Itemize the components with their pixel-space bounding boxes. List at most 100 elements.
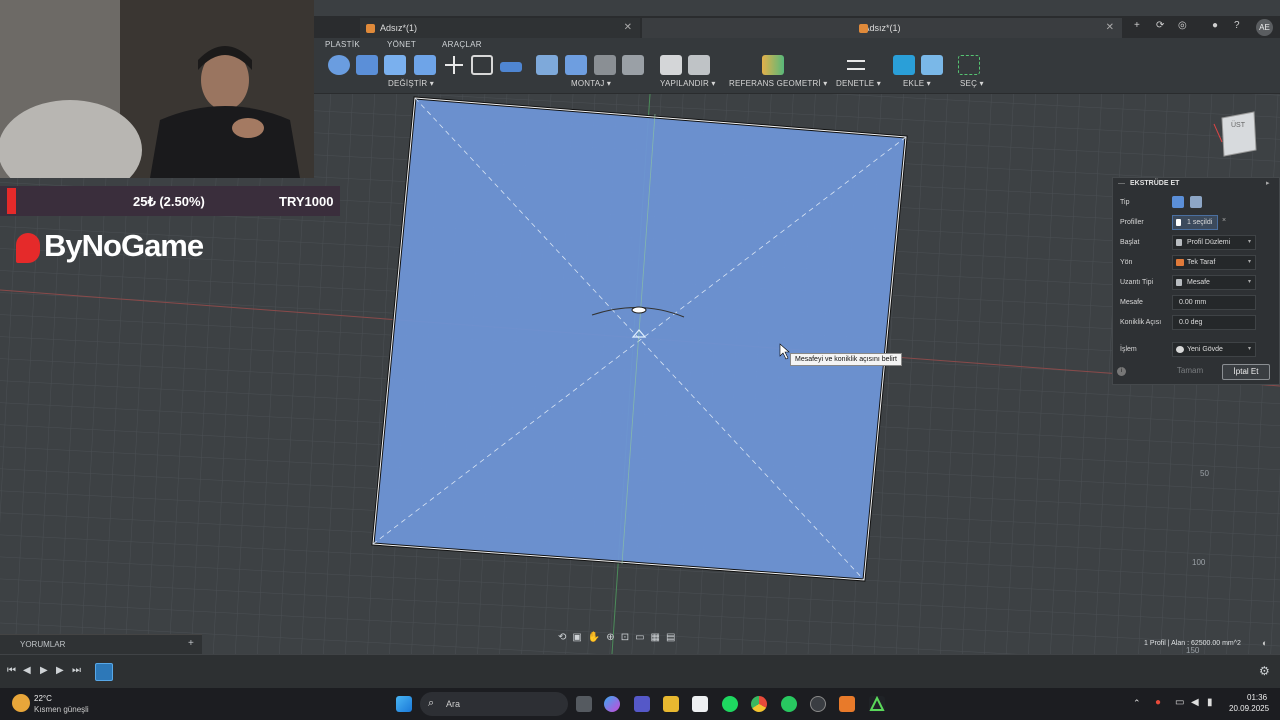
go-to-end-icon[interactable]: ⏭ xyxy=(72,665,81,676)
tray-chevron-icon[interactable]: ⌃ xyxy=(1133,698,1141,709)
spotify-icon[interactable] xyxy=(722,696,738,712)
panel-options-icon[interactable]: ▸ xyxy=(1266,179,1270,187)
display-icon[interactable]: ▭ xyxy=(1175,697,1184,708)
status-menu-icon[interactable]: ◐ xyxy=(1262,638,1267,648)
group-denetle[interactable]: DENETLE ▾ xyxy=(836,79,881,88)
as-built-joint-icon[interactable] xyxy=(594,55,616,75)
weather-icon[interactable] xyxy=(12,694,30,712)
tab-document-1[interactable]: Adsız*(1) ✕ xyxy=(360,18,640,38)
group-referans-geometri[interactable]: REFERANS GEOMETRİ ▾ xyxy=(729,79,828,88)
viewports-icon[interactable]: ▤ xyxy=(666,632,681,643)
type-surface-icon[interactable] xyxy=(1190,196,1202,208)
insert-derive-icon[interactable] xyxy=(893,55,915,75)
step-back-icon[interactable]: ◀ xyxy=(23,665,31,676)
new-component-icon[interactable] xyxy=(536,55,558,75)
tab-araclar[interactable]: ARAÇLAR xyxy=(442,40,482,49)
status-text: 1 Profil | Alan : 62500.00 mm^2 xyxy=(1144,640,1241,647)
volume-icon[interactable]: ◀ xyxy=(1191,697,1199,708)
tab-yonet[interactable]: YÖNET xyxy=(387,40,416,49)
move-icon[interactable] xyxy=(443,55,465,75)
press-pull-icon[interactable] xyxy=(328,55,350,75)
teams-icon[interactable] xyxy=(634,696,650,712)
grid-settings-icon[interactable]: ▦ xyxy=(651,632,666,643)
obs-icon[interactable] xyxy=(810,696,826,712)
extent-type-select[interactable]: Mesafe ▾ xyxy=(1172,275,1256,290)
operation-select[interactable]: Yeni Gövde ▾ xyxy=(1172,342,1256,357)
profile-plane-icon xyxy=(1176,239,1182,246)
tab-label: Adsız*(1) xyxy=(863,23,901,33)
microphone-icon[interactable]: ● xyxy=(1155,697,1161,708)
group-ekle[interactable]: EKLE ▾ xyxy=(903,79,931,88)
step-forward-icon[interactable]: ▶ xyxy=(56,665,64,676)
nvidia-icon[interactable] xyxy=(869,695,885,712)
group-montaj[interactable]: MONTAJ ▾ xyxy=(571,79,611,88)
task-view-icon[interactable] xyxy=(576,696,592,712)
select-icon[interactable] xyxy=(958,55,980,75)
start-select[interactable]: Profil Düzlemi ▾ xyxy=(1172,235,1256,250)
shell-icon[interactable] xyxy=(384,55,406,75)
info-icon[interactable]: i xyxy=(1117,367,1126,376)
zoom-icon[interactable]: ⊕ xyxy=(606,632,620,643)
fusion-360-icon[interactable] xyxy=(839,696,855,712)
notification-icon[interactable]: ● xyxy=(1212,20,1218,31)
windows-start-icon[interactable] xyxy=(396,696,412,712)
split-icon[interactable] xyxy=(500,62,522,72)
timeline-settings-icon[interactable]: ⚙ xyxy=(1259,664,1270,678)
close-icon[interactable]: ✕ xyxy=(624,18,632,38)
fit-icon[interactable]: ⊡ xyxy=(621,632,635,643)
cancel-button[interactable]: İptal Et xyxy=(1222,364,1270,380)
sketch-profile[interactable] xyxy=(371,96,908,582)
joint-origin-icon[interactable] xyxy=(622,55,644,75)
measure-icon[interactable] xyxy=(845,55,867,75)
taper-angle-input[interactable]: 0.0 deg xyxy=(1172,315,1256,330)
search-box[interactable]: ⌕ Ara xyxy=(420,692,568,716)
sketch-timeline-item-icon[interactable] xyxy=(95,663,113,681)
type-solid-icon[interactable] xyxy=(1172,196,1184,208)
group-yapilandir[interactable]: YAPILANDIR ▾ xyxy=(660,79,716,88)
store-icon[interactable] xyxy=(692,696,708,712)
fillet-icon[interactable] xyxy=(356,55,378,75)
play-icon[interactable]: ▶ xyxy=(40,665,48,676)
distance-input[interactable]: 0.00 mm xyxy=(1172,295,1256,310)
comments-bar[interactable]: YORUMLAR + xyxy=(0,634,202,654)
new-tab-icon[interactable]: + xyxy=(1134,20,1140,31)
go-to-start-icon[interactable]: ⏮ xyxy=(7,665,16,676)
tab-plastik[interactable]: PLASTİK xyxy=(325,40,360,49)
display-settings-icon[interactable]: ▭ xyxy=(635,632,650,643)
table-icon[interactable] xyxy=(688,55,710,75)
profile-selection[interactable]: 1 seçildi xyxy=(1172,215,1218,230)
add-comment-icon[interactable]: + xyxy=(188,638,194,649)
whatsapp-icon[interactable] xyxy=(781,696,797,712)
close-icon[interactable]: ✕ xyxy=(1106,18,1114,38)
insert-image-icon[interactable] xyxy=(921,55,943,75)
battery-icon[interactable]: ▮ xyxy=(1207,697,1213,708)
axis-tick-label: 150 xyxy=(1186,646,1200,654)
joint-icon[interactable] xyxy=(565,55,587,75)
construction-plane-icon[interactable] xyxy=(762,55,784,75)
align-icon[interactable] xyxy=(471,55,493,75)
combine-icon[interactable] xyxy=(414,55,436,75)
orbit-icon[interactable]: ⟲ xyxy=(558,632,572,643)
avatar[interactable]: AE xyxy=(1256,19,1273,36)
group-sec[interactable]: SEÇ ▾ xyxy=(960,79,984,88)
clock-time[interactable]: 01:36 xyxy=(1247,693,1267,702)
refresh-icon[interactable]: ⟳ xyxy=(1156,20,1164,31)
parameters-icon[interactable] xyxy=(660,55,682,75)
network-icon[interactable]: ◎ xyxy=(1178,20,1187,31)
copilot-icon[interactable] xyxy=(604,696,620,712)
pan-icon[interactable]: ✋ xyxy=(588,632,606,643)
chrome-icon[interactable] xyxy=(751,696,767,712)
clear-selection-icon[interactable]: × xyxy=(1222,217,1226,224)
group-degistir[interactable]: DEĞİŞTİR ▾ xyxy=(388,79,434,88)
ok-button[interactable]: Tamam xyxy=(1168,364,1212,380)
direction-select[interactable]: Tek Taraf ▾ xyxy=(1172,255,1256,270)
collapse-icon[interactable]: — xyxy=(1118,180,1125,187)
timeline: ⏮ ◀ ▶ ▶ ⏭ ⚙ xyxy=(0,654,1280,688)
look-at-icon[interactable]: ▣ xyxy=(572,632,587,643)
help-icon[interactable]: ? xyxy=(1234,20,1240,31)
tab-document-2[interactable]: Adsız*(1) ✕ xyxy=(642,18,1122,38)
extrude-handle[interactable] xyxy=(631,306,647,314)
file-explorer-icon[interactable] xyxy=(663,696,679,712)
clock-date[interactable]: 20.09.2025 xyxy=(1229,704,1269,713)
label-mesafe: Mesafe xyxy=(1120,299,1143,306)
